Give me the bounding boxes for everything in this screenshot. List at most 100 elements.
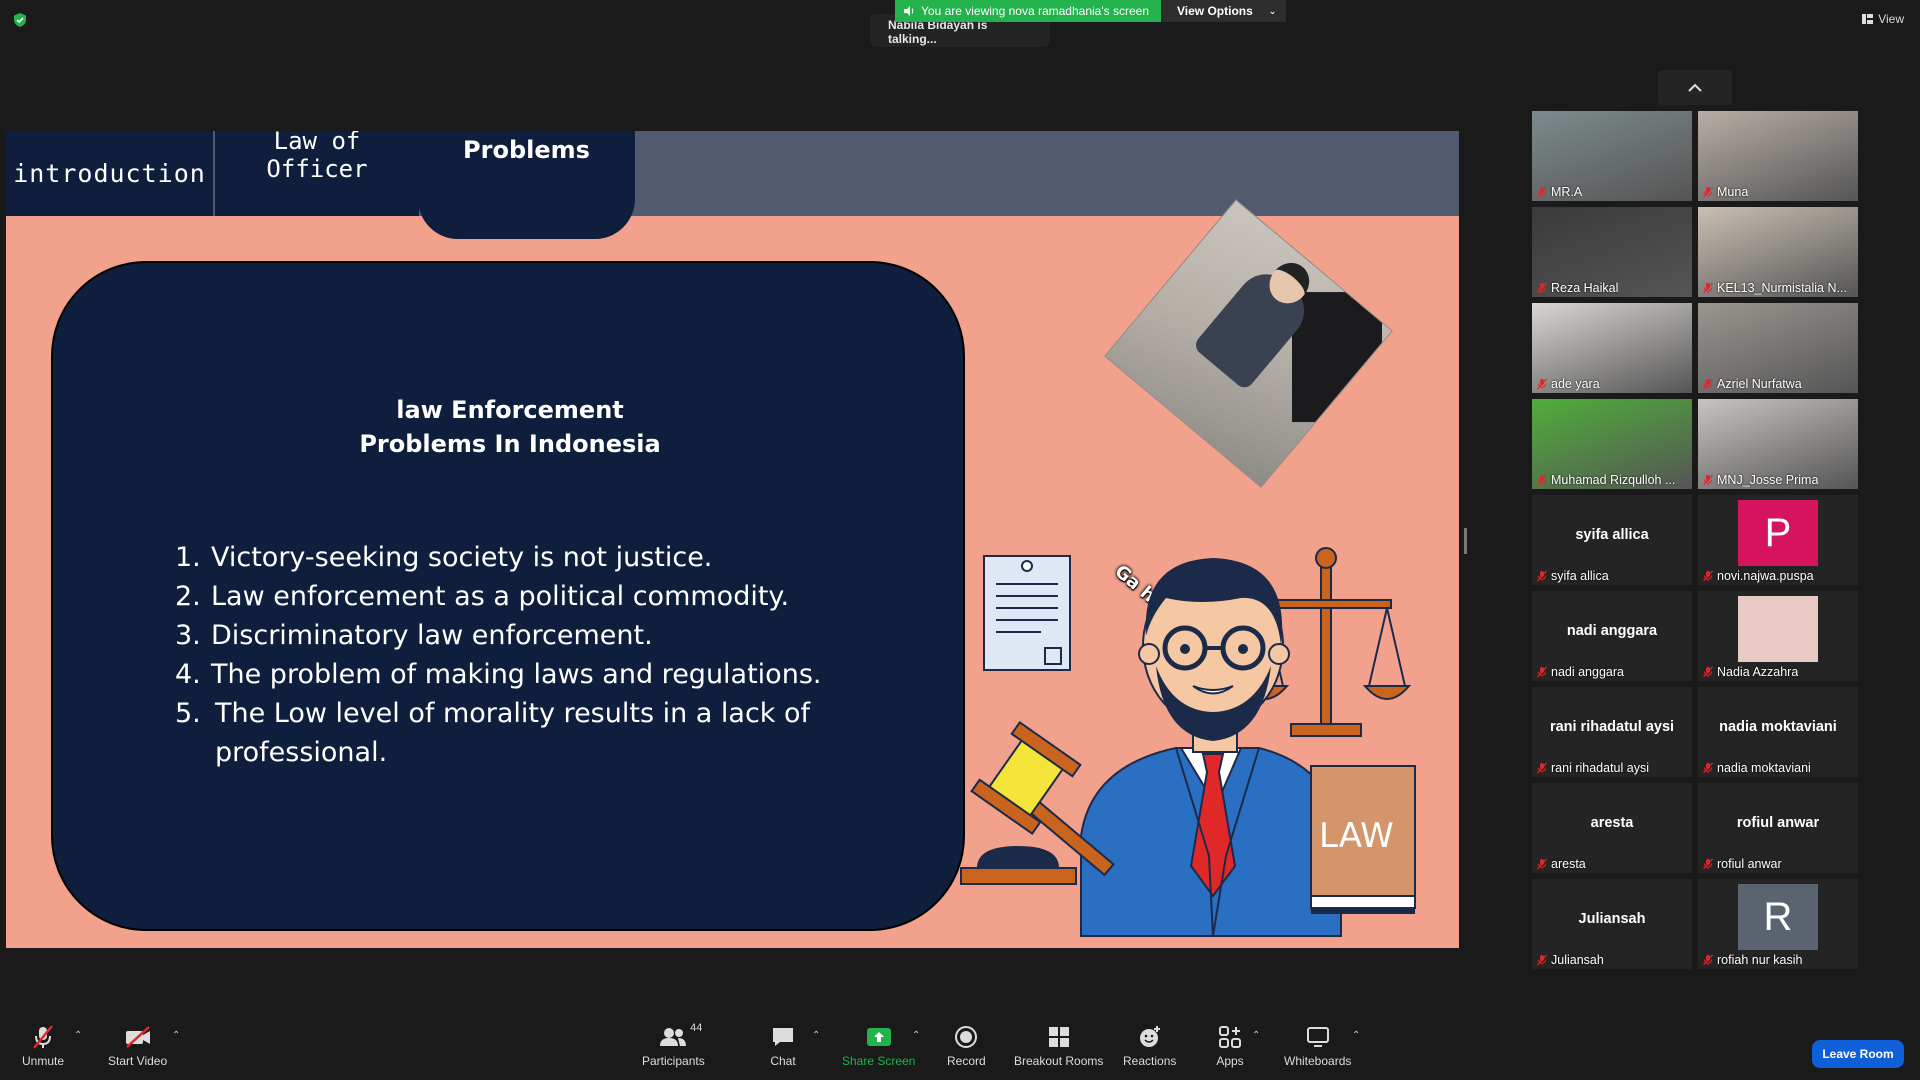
list-item-text: The problem of making laws and regulatio…	[211, 659, 822, 690]
mic-muted-icon	[33, 1025, 53, 1049]
list-item-number: 2.	[175, 581, 201, 612]
split-drag-handle[interactable]	[1464, 528, 1467, 554]
participant-tile[interactable]: nadia moktaviani nadia moktaviani	[1698, 687, 1858, 777]
mic-muted-icon	[1537, 378, 1547, 390]
breakout-rooms-button[interactable]: Breakout Rooms	[1014, 1024, 1103, 1068]
breakout-rooms-label: Breakout Rooms	[1014, 1054, 1104, 1068]
view-button[interactable]: View	[1862, 12, 1904, 26]
participant-tile[interactable]: nadi anggara nadi anggara	[1532, 591, 1692, 681]
participant-name-label: nadia moktaviani	[1702, 761, 1811, 775]
whiteboards-options-caret-icon[interactable]: ⌃	[1352, 1030, 1360, 1041]
list-item-number: 1.	[175, 542, 201, 573]
whiteboard-icon	[1306, 1027, 1329, 1047]
participant-tile[interactable]: aresta aresta	[1532, 783, 1692, 873]
participant-name: Reza Haikal	[1551, 281, 1619, 295]
slide-title: law Enforcement Problems In Indonesia	[53, 393, 967, 461]
start-video-button[interactable]: Start Video	[108, 1024, 167, 1068]
law-book-label: LAW	[1319, 816, 1394, 856]
mic-muted-icon	[1703, 186, 1713, 198]
slide-tab-introduction: introduction	[6, 131, 213, 216]
mic-muted-icon	[1537, 570, 1547, 582]
video-options-caret-icon[interactable]: ⌃	[172, 1030, 180, 1041]
chat-button[interactable]: Chat	[768, 1024, 798, 1068]
meme-photo	[1104, 199, 1393, 488]
whiteboards-button[interactable]: Whiteboards	[1284, 1024, 1351, 1068]
share-options-caret-icon[interactable]: ⌃	[912, 1030, 920, 1041]
participant-name-label: nadi anggara	[1536, 665, 1624, 679]
participant-name-label: Nadia Azzahra	[1702, 665, 1798, 679]
participant-name: nadi anggara	[1551, 665, 1624, 679]
apps-button[interactable]: Apps	[1215, 1024, 1245, 1068]
participant-name-label: Juliansah	[1536, 953, 1604, 967]
participant-avatar: P	[1738, 500, 1818, 566]
participant-tile[interactable]: Rrofiah nur kasih	[1698, 879, 1858, 969]
participant-tile[interactable]: syifa allica syifa allica	[1532, 495, 1692, 585]
participant-name: aresta	[1551, 857, 1586, 871]
participant-name: rani rihadatul aysi	[1551, 761, 1649, 775]
participant-tile[interactable]: Azriel Nurfatwa	[1698, 303, 1858, 393]
participant-gallery: MR.A Muna Reza Haikal KEL13_Nurmistalia N..…	[1532, 111, 1858, 969]
content-card: law Enforcement Problems In Indonesia 1.…	[51, 261, 965, 931]
encryption-shield-icon[interactable]	[12, 12, 28, 28]
leave-room-label: Leave Room	[1822, 1047, 1894, 1061]
slide-title-line2: Problems In Indonesia	[359, 430, 661, 458]
participant-name: Nadia Azzahra	[1717, 665, 1799, 679]
list-item-number: 5.	[175, 698, 201, 729]
mic-muted-icon	[1703, 474, 1713, 486]
participant-tile[interactable]: rani rihadatul aysi rani rihadatul aysi	[1532, 687, 1692, 777]
list-item: 4. The problem of making laws and regulat…	[175, 655, 915, 694]
participant-name: Muhamad Rizqulloh ...	[1551, 473, 1676, 487]
record-button[interactable]: Record	[947, 1024, 986, 1068]
participant-name: MNJ_Josse Prima	[1717, 473, 1819, 487]
participants-icon	[660, 1028, 687, 1046]
participant-name-label: KEL13_Nurmistalia N...	[1702, 281, 1847, 295]
mic-muted-icon	[1703, 570, 1713, 582]
mic-muted-icon	[1537, 762, 1547, 774]
participant-tile[interactable]: Pnovi.najwa.puspa	[1698, 495, 1858, 585]
participant-tile[interactable]: Reza Haikal	[1532, 207, 1692, 297]
audio-options-caret-icon[interactable]: ⌃	[74, 1030, 82, 1041]
slide-tab-law-line1: Law of	[273, 131, 361, 155]
participant-tile[interactable]: ade yara	[1532, 303, 1692, 393]
viewing-notice-text: You are viewing nova ramadhania's screen	[921, 4, 1149, 18]
apps-options-caret-icon[interactable]: ⌃	[1252, 1030, 1260, 1041]
participant-tile[interactable]: Juliansah Juliansah	[1532, 879, 1692, 969]
participant-display-name: rofiul anwar	[1736, 815, 1820, 831]
participant-name: rofiul anwar	[1717, 857, 1782, 871]
meeting-toolbar: Unmute ⌃ Start Video ⌃ 44 Participants C…	[0, 1012, 1920, 1080]
reactions-button[interactable]: Reactions	[1123, 1024, 1176, 1068]
share-screen-button[interactable]: Share Screen	[842, 1024, 915, 1068]
share-screen-icon	[866, 1028, 891, 1046]
participants-button[interactable]: 44 Participants	[642, 1022, 705, 1068]
participant-name-label: rofiah nur kasih	[1702, 953, 1802, 967]
leave-room-button[interactable]: Leave Room	[1812, 1040, 1904, 1068]
participant-tile[interactable]: MR.A	[1532, 111, 1692, 201]
chevron-up-icon	[1688, 83, 1702, 92]
list-item: 3. Discriminatory law enforcement.	[175, 616, 915, 655]
unmute-button[interactable]: Unmute	[22, 1024, 64, 1068]
mic-muted-icon	[1703, 762, 1713, 774]
participant-tile[interactable]: KEL13_Nurmistalia N...	[1698, 207, 1858, 297]
list-item-number: 3.	[175, 620, 201, 651]
speaker-icon	[904, 6, 914, 16]
list-item: 5. The Low level of morality results in a…	[175, 694, 915, 772]
view-options-button[interactable]: View Options ⌄	[1161, 0, 1287, 22]
mic-muted-icon	[1703, 858, 1713, 870]
participant-tile[interactable]: MNJ_Josse Prima	[1698, 399, 1858, 489]
participant-name: KEL13_Nurmistalia N...	[1717, 281, 1847, 295]
mic-muted-icon	[1703, 666, 1713, 678]
participant-name-label: Muhamad Rizqulloh ...	[1536, 473, 1675, 487]
participant-tile[interactable]: Muna	[1698, 111, 1858, 201]
gallery-collapse-button[interactable]	[1658, 70, 1732, 105]
list-item-text: Discriminatory law enforcement.	[211, 620, 653, 651]
participant-name-label: aresta	[1536, 857, 1586, 871]
participant-tile[interactable]: Muhamad Rizqulloh ...	[1532, 399, 1692, 489]
mic-muted-icon	[1537, 474, 1547, 486]
chat-options-caret-icon[interactable]: ⌃	[812, 1030, 820, 1041]
participant-tile[interactable]: Nadia Azzahra	[1698, 591, 1858, 681]
mic-muted-icon	[1703, 954, 1713, 966]
participant-avatar	[1738, 596, 1818, 662]
mic-muted-icon	[1537, 858, 1547, 870]
participant-tile[interactable]: rofiul anwar rofiul anwar	[1698, 783, 1858, 873]
record-label: Record	[947, 1054, 986, 1068]
